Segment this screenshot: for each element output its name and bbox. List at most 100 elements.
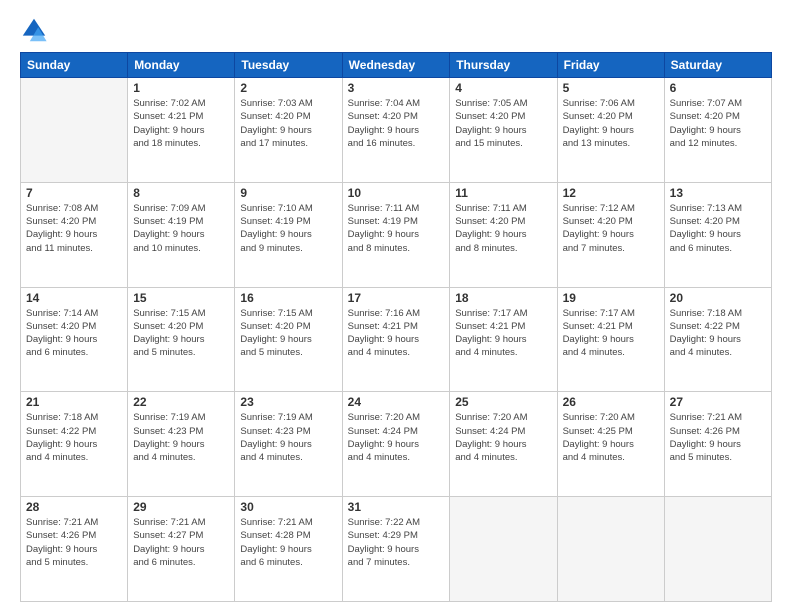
day-number: 2 [240,81,336,95]
calendar-day-cell: 21 Sunrise: 7:18 AM Sunset: 4:22 PM Dayli… [21,392,128,497]
calendar-day-cell: 4Sunrise: 7:05 AM Sunset: 4:20 PM Daylig… [450,78,557,183]
calendar-table: SundayMondayTuesdayWednesdayThursdayFrid… [20,52,772,602]
day-info: Sunrise: 7:22 AM Sunset: 4:29 PM Dayligh… [348,516,445,569]
calendar-day-cell: 6 Sunrise: 7:07 AM Sunset: 4:20 PM Daylig… [664,78,771,183]
calendar-day-header: Tuesday [235,53,342,78]
day-number: 24 [348,395,445,409]
calendar-day-cell [21,78,128,183]
day-info: Sunrise: 7:04 AM Sunset: 4:20 PM Dayligh… [348,97,445,150]
day-number: 17 [348,291,445,305]
day-number: 27 [670,395,766,409]
calendar-day-cell: 30 Sunrise: 7:21 AM Sunset: 4:28 PM Dayli… [235,497,342,602]
day-number: 16 [240,291,336,305]
day-number: 30 [240,500,336,514]
day-number: 10 [348,186,445,200]
calendar-day-cell: 10 Sunrise: 7:11 AM Sunset: 4:19 PM Dayli… [342,182,450,287]
logo [20,16,52,44]
calendar-day-cell: 20 Sunrise: 7:18 AM Sunset: 4:22 PM Dayli… [664,287,771,392]
calendar-day-header: Friday [557,53,664,78]
day-number: 6 [670,81,766,95]
day-info: Sunrise: 7:19 AM Sunset: 4:23 PM Dayligh… [240,411,336,464]
day-info: Sunrise: 7:11 AM Sunset: 4:19 PM Dayligh… [348,202,445,255]
day-info: Sunrise: 7:21 AM Sunset: 4:27 PM Dayligh… [133,516,229,569]
day-number: 13 [670,186,766,200]
day-number: 29 [133,500,229,514]
day-number: 9 [240,186,336,200]
day-number: 19 [563,291,659,305]
calendar-day-cell: 23 Sunrise: 7:19 AM Sunset: 4:23 PM Dayli… [235,392,342,497]
calendar-day-cell: 17 Sunrise: 7:16 AM Sunset: 4:21 PM Dayli… [342,287,450,392]
day-number: 20 [670,291,766,305]
day-number: 11 [455,186,551,200]
day-info: Sunrise: 7:21 AM Sunset: 4:26 PM Dayligh… [670,411,766,464]
calendar-day-cell: 8 Sunrise: 7:09 AM Sunset: 4:19 PM Daylig… [128,182,235,287]
day-number: 18 [455,291,551,305]
calendar-header-row: SundayMondayTuesdayWednesdayThursdayFrid… [21,53,772,78]
day-info: Sunrise: 7:20 AM Sunset: 4:24 PM Dayligh… [348,411,445,464]
day-number: 15 [133,291,229,305]
calendar-day-cell: 29 Sunrise: 7:21 AM Sunset: 4:27 PM Dayli… [128,497,235,602]
day-info: Sunrise: 7:09 AM Sunset: 4:19 PM Dayligh… [133,202,229,255]
calendar-day-cell [450,497,557,602]
day-number: 23 [240,395,336,409]
day-number: 31 [348,500,445,514]
day-info: Sunrise: 7:18 AM Sunset: 4:22 PM Dayligh… [670,307,766,360]
calendar-day-cell: 13 Sunrise: 7:13 AM Sunset: 4:20 PM Dayli… [664,182,771,287]
day-number: 22 [133,395,229,409]
calendar-day-cell: 2 Sunrise: 7:03 AM Sunset: 4:20 PM Daylig… [235,78,342,183]
day-info: Sunrise: 7:17 AM Sunset: 4:21 PM Dayligh… [563,307,659,360]
day-info: Sunrise: 7:21 AM Sunset: 4:28 PM Dayligh… [240,516,336,569]
calendar-day-cell [664,497,771,602]
calendar-week-row: 14Sunrise: 7:14 AM Sunset: 4:20 PM Dayli… [21,287,772,392]
calendar-day-cell: 15 Sunrise: 7:15 AM Sunset: 4:20 PM Dayli… [128,287,235,392]
calendar-week-row: 7Sunrise: 7:08 AM Sunset: 4:20 PM Daylig… [21,182,772,287]
day-info: Sunrise: 7:07 AM Sunset: 4:20 PM Dayligh… [670,97,766,150]
day-number: 3 [348,81,445,95]
day-number: 1 [133,81,229,95]
calendar-day-cell: 12 Sunrise: 7:12 AM Sunset: 4:20 PM Dayli… [557,182,664,287]
calendar-day-cell: 27 Sunrise: 7:21 AM Sunset: 4:26 PM Dayli… [664,392,771,497]
day-number: 5 [563,81,659,95]
calendar-day-cell: 3 Sunrise: 7:04 AM Sunset: 4:20 PM Daylig… [342,78,450,183]
day-number: 21 [26,395,122,409]
day-info: Sunrise: 7:19 AM Sunset: 4:23 PM Dayligh… [133,411,229,464]
day-number: 7 [26,186,122,200]
calendar-day-cell: 16 Sunrise: 7:15 AM Sunset: 4:20 PM Dayli… [235,287,342,392]
calendar-day-cell: 19 Sunrise: 7:17 AM Sunset: 4:21 PM Dayli… [557,287,664,392]
calendar-day-cell: 5Sunrise: 7:06 AM Sunset: 4:20 PM Daylig… [557,78,664,183]
day-info: Sunrise: 7:02 AM Sunset: 4:21 PM Dayligh… [133,97,229,150]
calendar-week-row: 21 Sunrise: 7:18 AM Sunset: 4:22 PM Dayli… [21,392,772,497]
day-number: 25 [455,395,551,409]
day-info: Sunrise: 7:13 AM Sunset: 4:20 PM Dayligh… [670,202,766,255]
calendar-day-header: Thursday [450,53,557,78]
day-number: 12 [563,186,659,200]
day-info: Sunrise: 7:15 AM Sunset: 4:20 PM Dayligh… [133,307,229,360]
page-header [20,16,772,44]
day-info: Sunrise: 7:18 AM Sunset: 4:22 PM Dayligh… [26,411,122,464]
day-info: Sunrise: 7:15 AM Sunset: 4:20 PM Dayligh… [240,307,336,360]
calendar-day-cell: 22 Sunrise: 7:19 AM Sunset: 4:23 PM Dayli… [128,392,235,497]
day-info: Sunrise: 7:16 AM Sunset: 4:21 PM Dayligh… [348,307,445,360]
calendar-day-cell: 11 Sunrise: 7:11 AM Sunset: 4:20 PM Dayli… [450,182,557,287]
calendar-day-header: Sunday [21,53,128,78]
calendar-day-cell: 28 Sunrise: 7:21 AM Sunset: 4:26 PM Dayli… [21,497,128,602]
calendar-day-cell: 14Sunrise: 7:14 AM Sunset: 4:20 PM Dayli… [21,287,128,392]
calendar-day-cell [557,497,664,602]
day-number: 8 [133,186,229,200]
day-info: Sunrise: 7:03 AM Sunset: 4:20 PM Dayligh… [240,97,336,150]
day-info: Sunrise: 7:21 AM Sunset: 4:26 PM Dayligh… [26,516,122,569]
logo-icon [20,16,48,44]
day-info: Sunrise: 7:11 AM Sunset: 4:20 PM Dayligh… [455,202,551,255]
day-info: Sunrise: 7:10 AM Sunset: 4:19 PM Dayligh… [240,202,336,255]
day-info: Sunrise: 7:12 AM Sunset: 4:20 PM Dayligh… [563,202,659,255]
calendar-day-header: Wednesday [342,53,450,78]
calendar-day-cell: 25Sunrise: 7:20 AM Sunset: 4:24 PM Dayli… [450,392,557,497]
calendar-day-cell: 7Sunrise: 7:08 AM Sunset: 4:20 PM Daylig… [21,182,128,287]
calendar-day-header: Monday [128,53,235,78]
calendar-day-cell: 24 Sunrise: 7:20 AM Sunset: 4:24 PM Dayli… [342,392,450,497]
day-info: Sunrise: 7:05 AM Sunset: 4:20 PM Dayligh… [455,97,551,150]
day-number: 28 [26,500,122,514]
calendar-day-cell: 9 Sunrise: 7:10 AM Sunset: 4:19 PM Daylig… [235,182,342,287]
calendar-week-row: 1 Sunrise: 7:02 AM Sunset: 4:21 PM Daylig… [21,78,772,183]
calendar-day-cell: 18Sunrise: 7:17 AM Sunset: 4:21 PM Dayli… [450,287,557,392]
